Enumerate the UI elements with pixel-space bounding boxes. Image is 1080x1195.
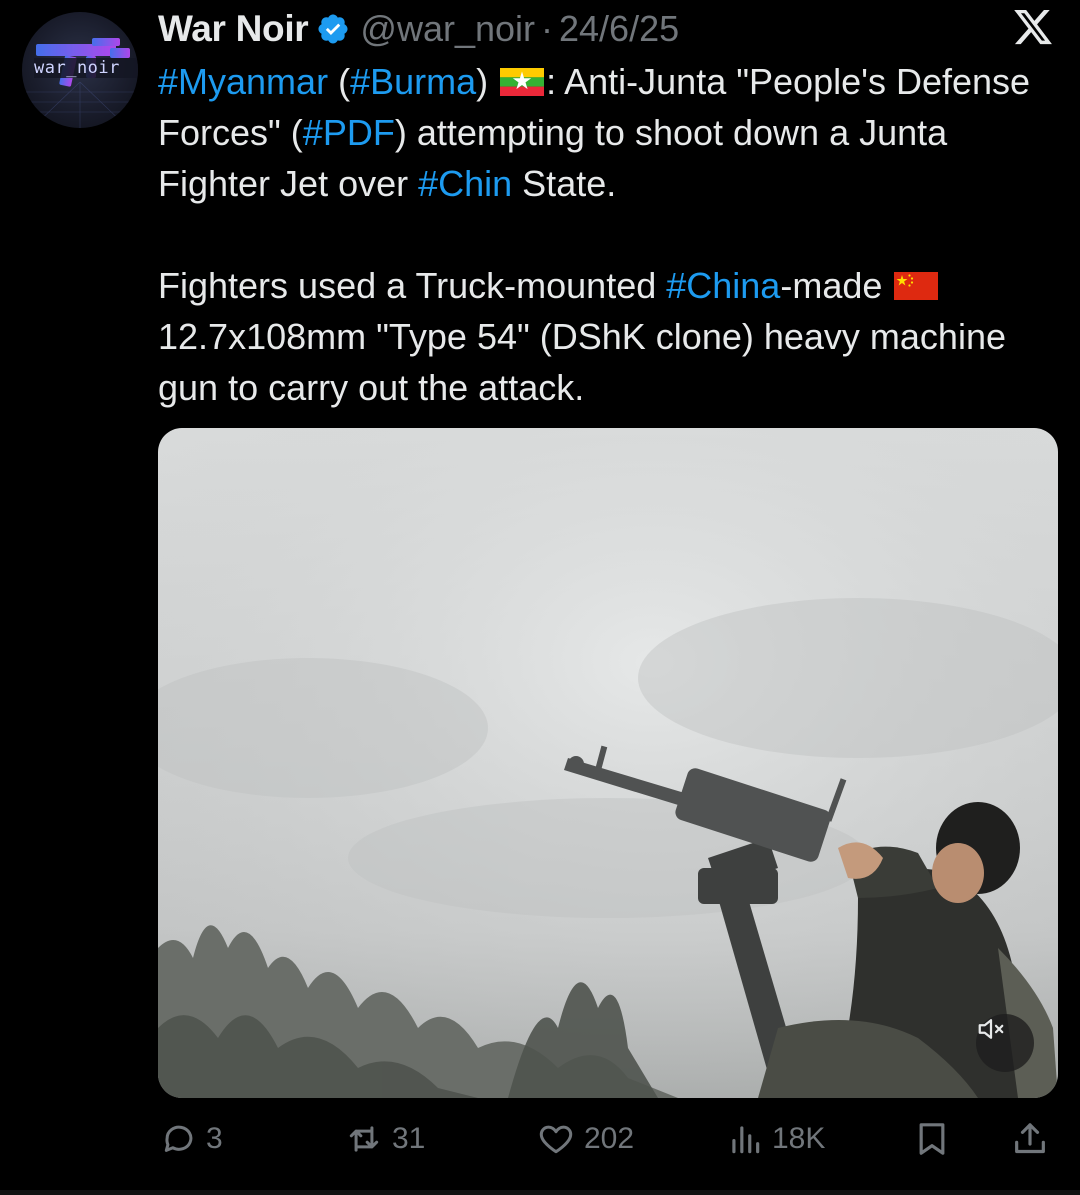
hashtag-burma[interactable]: #Burma xyxy=(350,61,476,102)
header-separator: · xyxy=(541,8,554,49)
action-bar: 3 31 202 18K xyxy=(158,1114,1058,1164)
text-segment: State. xyxy=(512,163,617,204)
reply-button[interactable]: 3 xyxy=(160,1114,223,1164)
author-handle[interactable]: @war_noir xyxy=(360,8,535,50)
x-logo-icon[interactable] xyxy=(1012,6,1054,48)
text-segment: 12.7x108mm "Type 54" (DShK clone) heavy … xyxy=(158,316,1006,408)
hashtag-china[interactable]: #China xyxy=(666,265,780,306)
reply-count: 3 xyxy=(206,1122,223,1155)
avatar[interactable]: war_noir xyxy=(22,12,138,128)
bookmark-button[interactable] xyxy=(912,1114,952,1164)
author-name[interactable]: War Noir xyxy=(158,8,309,50)
repost-icon xyxy=(344,1120,384,1158)
like-count: 202 xyxy=(584,1122,635,1155)
tweet-paragraph-1: #Myanmar (#Burma) : Anti-Junta "People's… xyxy=(158,56,1058,209)
share-button[interactable] xyxy=(1010,1114,1050,1164)
views-button[interactable]: 18K xyxy=(726,1114,825,1164)
tweet-video[interactable] xyxy=(158,428,1058,1098)
text-segment: ) xyxy=(476,61,499,102)
tweet-date[interactable]: 24/6/25 xyxy=(559,8,679,50)
avatar-label: war_noir xyxy=(34,58,138,78)
tweet-text: #Myanmar (#Burma) : Anti-Junta "People's… xyxy=(158,56,1058,413)
speaker-muted-icon xyxy=(978,1019,1004,1039)
views-icon xyxy=(726,1120,764,1158)
text-segment: Fighters used a Truck-mounted xyxy=(158,265,667,306)
share-icon xyxy=(1010,1119,1050,1159)
china-flag-icon xyxy=(894,262,939,300)
reply-icon xyxy=(160,1120,198,1158)
text-segment: -made xyxy=(780,265,893,306)
heart-icon xyxy=(536,1120,576,1158)
mute-button[interactable] xyxy=(976,1014,1034,1072)
tweet-header: War Noir @war_noir · 24/6/25 xyxy=(158,6,679,52)
hashtag-chin[interactable]: #Chin xyxy=(418,163,512,204)
bookmark-icon xyxy=(912,1119,952,1159)
views-count: 18K xyxy=(772,1122,826,1155)
bottom-divider xyxy=(0,1190,1080,1195)
video-frame xyxy=(158,428,1058,1098)
text-segment: ( xyxy=(328,61,351,102)
myanmar-flag-icon xyxy=(500,58,545,96)
like-button[interactable]: 202 xyxy=(536,1114,634,1164)
tweet-paragraph-2: Fighters used a Truck-mounted #China-mad… xyxy=(158,260,1058,413)
hashtag-myanmar[interactable]: #Myanmar xyxy=(158,61,328,102)
verified-badge-icon xyxy=(316,12,350,46)
hashtag-pdf[interactable]: #PDF xyxy=(303,112,395,153)
repost-count: 31 xyxy=(392,1122,426,1155)
repost-button[interactable]: 31 xyxy=(344,1114,425,1164)
